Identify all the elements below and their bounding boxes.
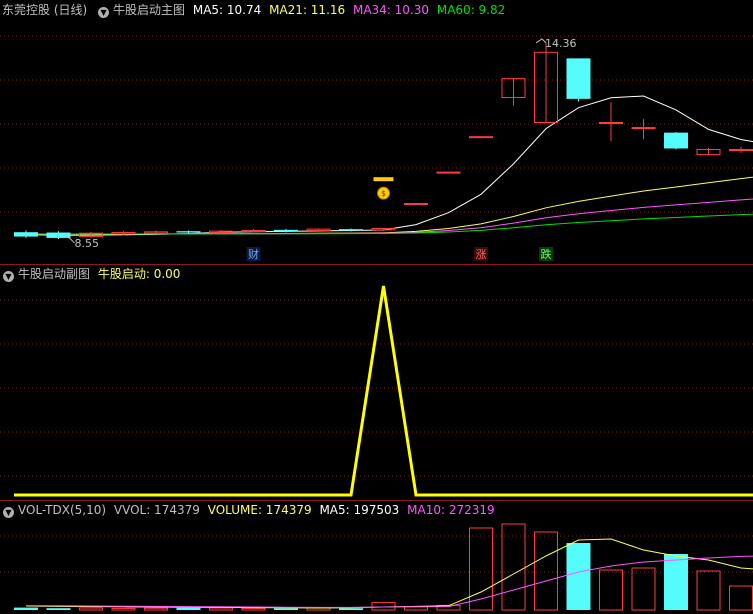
volume-bar-down bbox=[14, 607, 38, 610]
volume-bar-up bbox=[501, 523, 526, 611]
volume-bar-up bbox=[371, 601, 396, 611]
high-price-label: 14.36 bbox=[545, 37, 577, 50]
volume-bar-up bbox=[729, 585, 753, 611]
volume-bar-down bbox=[274, 608, 298, 610]
marker-cai: 财 bbox=[248, 247, 259, 261]
volume-bar-up bbox=[79, 607, 103, 611]
volume-bar-up bbox=[631, 567, 656, 611]
candle-body-up bbox=[631, 127, 656, 130]
volume-bar-down bbox=[339, 608, 363, 610]
volume-chart[interactable] bbox=[0, 500, 753, 614]
volume-bar-down bbox=[46, 608, 71, 610]
volume-bar-up bbox=[599, 569, 623, 611]
signal-line bbox=[14, 285, 753, 497]
volume-bar-up bbox=[144, 607, 168, 611]
volume-bar-down bbox=[176, 607, 201, 610]
volume-bar-up bbox=[111, 607, 136, 611]
volume-bar-up bbox=[469, 527, 493, 611]
volume-bar-up bbox=[534, 531, 558, 611]
candle-body-down bbox=[274, 229, 298, 232]
vol-ma10-line bbox=[25, 555, 753, 608]
candle-body-down bbox=[339, 229, 363, 231]
candle-body-up bbox=[599, 122, 623, 124]
candle-body-up bbox=[729, 149, 753, 151]
candle-body-up bbox=[404, 203, 428, 205]
marker-die: 跌 bbox=[541, 247, 552, 261]
candle-body-down bbox=[566, 58, 591, 99]
volume-bar-up bbox=[241, 607, 266, 611]
candlestick-chart[interactable]: 14.36 8.55 $ 财 涨 跌 bbox=[0, 0, 753, 264]
volume-bar-down bbox=[664, 554, 688, 610]
money-bag-icon-symbol: $ bbox=[381, 189, 386, 198]
volume-bar-up bbox=[209, 607, 233, 611]
money-bag-icon-bar bbox=[373, 177, 394, 182]
volume-chart-pane[interactable]: ▼ VOL-TDX(5,10) VVOL: 174379 VOLUME: 1743… bbox=[0, 500, 753, 614]
candle-body-down bbox=[176, 231, 201, 233]
candle-body-down bbox=[46, 232, 71, 238]
candle-body-down bbox=[664, 132, 688, 149]
marker-zhang: 涨 bbox=[476, 248, 487, 261]
sub-chart-pane[interactable]: ▼ 牛股启动副图 牛股启动: 0.00 bbox=[0, 264, 753, 500]
candle-body-down bbox=[14, 232, 38, 237]
volume-bar-down bbox=[566, 543, 591, 610]
ma5-line bbox=[13, 95, 753, 236]
signal-chart[interactable] bbox=[0, 264, 753, 500]
vol-ma5-line bbox=[25, 538, 753, 609]
candle-body-up bbox=[469, 136, 493, 139]
main-chart-pane[interactable]: 东莞控股 (日线) ▼ 牛股启动主图 MA5: 10.74 MA21: 11.16… bbox=[0, 0, 753, 264]
volume-bar-up bbox=[696, 570, 721, 611]
candle-body-up bbox=[241, 230, 266, 232]
low-price-label: 8.55 bbox=[75, 237, 100, 250]
candle-body-up bbox=[436, 171, 461, 174]
